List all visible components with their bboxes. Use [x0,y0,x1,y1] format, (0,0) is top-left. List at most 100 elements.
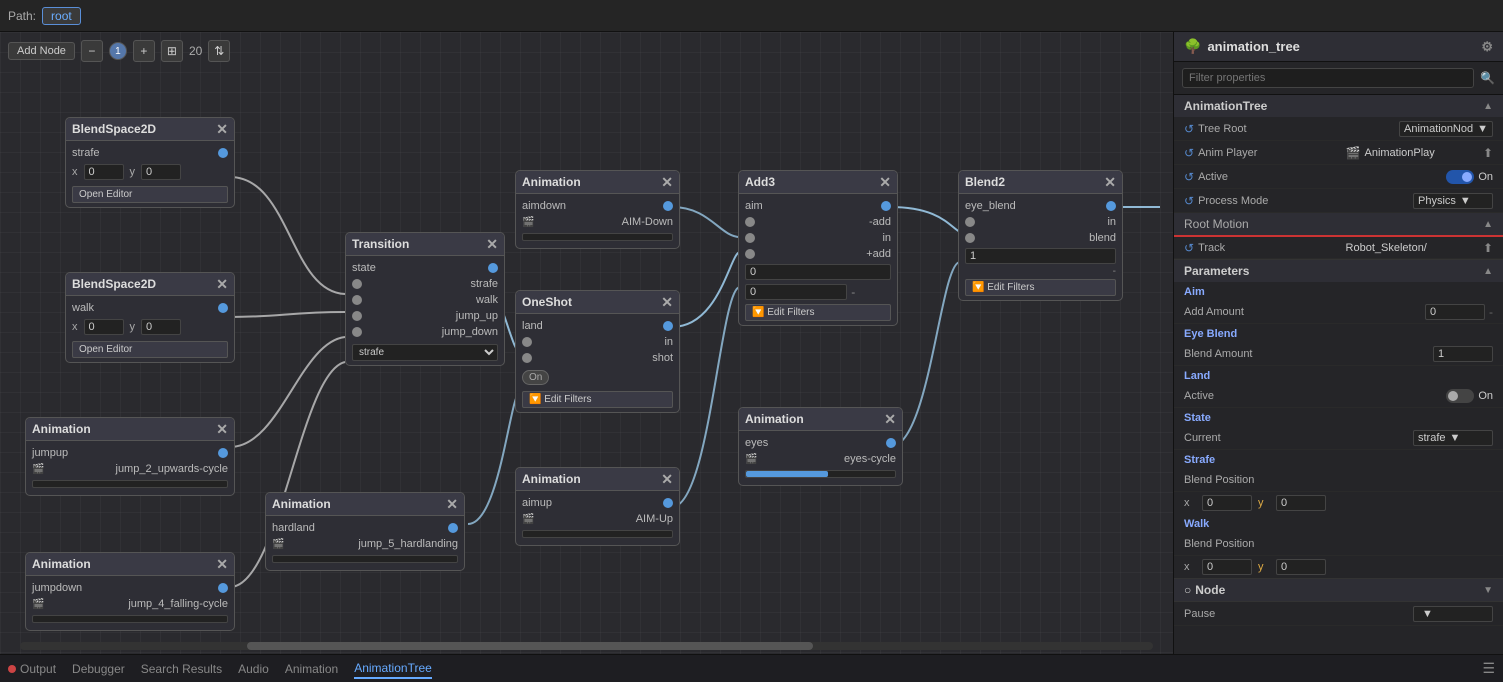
strafe-y-input[interactable] [1276,495,1326,511]
search-icon[interactable]: 🔍 [1480,71,1495,85]
close-blend2[interactable]: ✕ [1104,175,1116,189]
close-anim-aimdown[interactable]: ✕ [661,175,673,189]
add3-val2[interactable] [745,284,847,300]
reset-track[interactable]: ↺ [1184,241,1194,255]
oneshot-edit-filters[interactable]: 🔽 Edit Filters [522,391,673,408]
tab-output[interactable]: Output [8,660,56,678]
process-mode-dropdown[interactable]: Physics ▼ [1413,193,1493,209]
blendspace2-y[interactable] [141,319,181,335]
add-node-button[interactable]: Add Node [8,42,75,60]
process-mode-value: Physics [1418,195,1456,207]
section-header-animation-tree[interactable]: AnimationTree ▲ [1174,95,1503,117]
blendspace1-x[interactable] [84,164,124,180]
blend-amount-input[interactable] [1433,346,1493,362]
transition-dropdown[interactable]: strafe [352,344,498,361]
node-anim-jumpup[interactable]: Animation ✕ jumpup 🎬 jump_2_upwards-cycl… [25,417,235,496]
close-transition[interactable]: ✕ [486,237,498,251]
tab-animationtree[interactable]: AnimationTree [354,659,432,679]
port-blend-dot [965,233,975,243]
node-anim-hardland[interactable]: Animation ✕ hardland 🎬 jump_5_hardlandin… [265,492,465,571]
arrow-icon[interactable]: ⇅ [208,40,230,62]
active-toggle[interactable]: On [1446,170,1493,184]
strafe-x-input[interactable] [1202,495,1252,511]
land-active-toggle[interactable]: On [1446,389,1493,403]
close-anim-hardland[interactable]: ✕ [446,497,458,511]
minus-icon[interactable]: − [81,40,103,62]
bottom-bar-right: ☰ [1482,660,1495,677]
walk-y-input[interactable] [1276,559,1326,575]
path-root[interactable]: root [42,7,81,25]
port-pos-add: +add [745,246,891,262]
section-node: ○ Node ▼ [1174,579,1503,602]
close-anim-jumpup[interactable]: ✕ [216,422,228,436]
node-anim-jumpup-header: Animation ✕ [26,418,234,441]
root-motion-header[interactable]: Root Motion ▲ [1174,213,1503,235]
node-anim-eyes-body: eyes 🎬 eyes-cycle [739,431,902,485]
node-anim-eyes[interactable]: Animation ✕ eyes 🎬 eyes-cycle [738,407,903,486]
node-section-header[interactable]: ○ Node ▼ [1174,579,1503,601]
close-blendspace1[interactable]: ✕ [216,122,228,136]
node-blend2[interactable]: Blend2 ✕ eye_blend in blend - [958,170,1123,301]
tree-root-dropdown[interactable]: AnimationNod ▼ [1399,121,1493,137]
node-transition[interactable]: Transition ✕ state strafe walk [345,232,505,366]
track-value: Robot_Skeleton/ [1346,242,1427,254]
grid-icon[interactable]: ⊞ [161,40,183,62]
tab-animation[interactable]: Animation [285,660,338,678]
add3-val1[interactable] [745,264,891,280]
track-icon[interactable]: ⬆ [1483,241,1493,255]
node-anim-aimdown[interactable]: Animation ✕ aimdown 🎬 AIM-Down [515,170,680,249]
node-transition-header: Transition ✕ [346,233,504,256]
open-editor-blendspace2[interactable]: Open Editor [72,341,228,358]
close-anim-aimup[interactable]: ✕ [661,472,673,486]
node-add3[interactable]: Add3 ✕ aim -add in +add [738,170,898,326]
node-anim-jumpdown[interactable]: Animation ✕ jumpdown 🎬 jump_4_falling-cy… [25,552,235,631]
add-amount-input[interactable] [1425,304,1485,320]
node-anim-aimdown-header: Animation ✕ [516,171,679,194]
walk-x-input[interactable] [1202,559,1252,575]
root-motion-label: Root Motion [1184,217,1249,231]
blendspace2-x[interactable] [84,319,124,335]
close-add3[interactable]: ✕ [879,175,891,189]
add3-edit-filters[interactable]: 🔽 Edit Filters [745,304,891,321]
reset-anim-player[interactable]: ↺ [1184,146,1194,160]
tab-search-results[interactable]: Search Results [141,660,222,678]
canvas-scrollbar[interactable] [20,642,1153,650]
port-in-add3-dot [745,233,755,243]
blend2-val[interactable] [965,248,1116,264]
blendspace1-y[interactable] [141,164,181,180]
anim-player-icon[interactable]: ⬆ [1483,146,1493,160]
land-active-toggle-icon[interactable] [1446,389,1474,403]
active-toggle-icon[interactable] [1446,170,1474,184]
close-oneshot[interactable]: ✕ [661,295,673,309]
reset-tree-root[interactable]: ↺ [1184,122,1194,136]
plus-icon[interactable]: + [133,40,155,62]
node-anim-aimup[interactable]: Animation ✕ aimup 🎬 AIM-Up [515,467,680,546]
reset-process-mode[interactable]: ↺ [1184,194,1194,208]
reset-active[interactable]: ↺ [1184,170,1194,184]
node-blendspace1[interactable]: BlendSpace2D ✕ strafe x y Open Editor [65,117,235,208]
port-jump-up-in-dot [352,311,362,321]
tab-debugger[interactable]: Debugger [72,660,125,678]
node-transition-body: state strafe walk jump_up jump_do [346,256,504,365]
canvas-area[interactable]: Add Node − 1 + ⊞ 20 ⇅ [0,32,1173,654]
panel-settings-icon[interactable]: ⚙ [1481,39,1493,55]
node-oneshot[interactable]: OneShot ✕ land in shot On [515,290,680,413]
pause-dropdown[interactable]: ▼ [1413,606,1493,622]
current-dropdown[interactable]: strafe ▼ [1413,430,1493,446]
blend2-edit-filters[interactable]: 🔽 Edit Filters [965,279,1116,296]
open-editor-blendspace1[interactable]: Open Editor [72,186,228,203]
close-anim-eyes[interactable]: ✕ [884,412,896,426]
port-aim-out [881,201,891,211]
close-blendspace2[interactable]: ✕ [216,277,228,291]
top-bar: Path: root [0,0,1503,32]
node-blendspace2[interactable]: BlendSpace2D ✕ walk x y Open Editor [65,272,235,363]
port-row-aim: aim [745,198,891,214]
tab-audio[interactable]: Audio [238,660,269,678]
oneshot-toggle[interactable]: On [522,370,549,385]
anim-eyes-name: 🎬 eyes-cycle [745,451,896,467]
parameters-header[interactable]: Parameters ▲ [1174,260,1503,282]
close-anim-jumpdown[interactable]: ✕ [216,557,228,571]
filter-properties-input[interactable] [1182,68,1474,88]
node-blendspace1-header: BlendSpace2D ✕ [66,118,234,141]
bottom-settings-icon[interactable]: ☰ [1482,660,1495,676]
